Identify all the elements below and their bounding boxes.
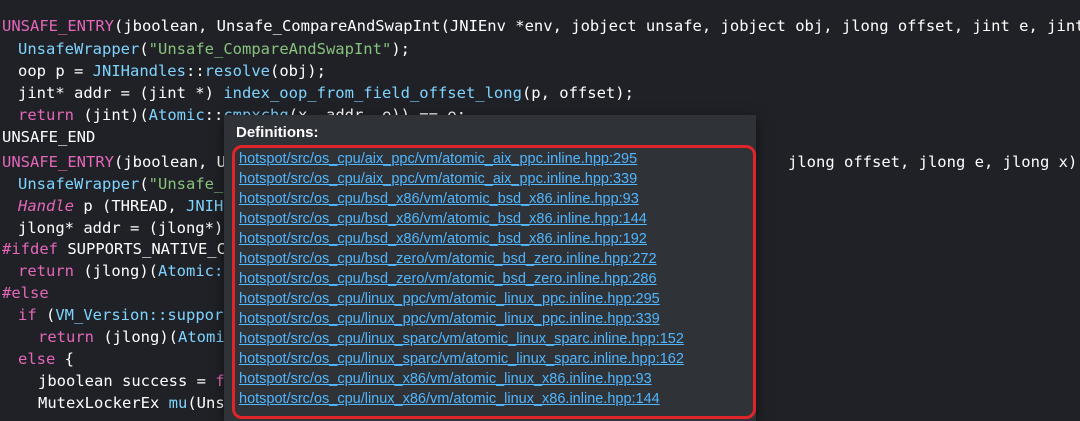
definition-link[interactable]: hotspot/src/os_cpu/bsd_x86/vm/atomic_bsd… — [239, 210, 647, 229]
code-line-16: else { — [18, 348, 74, 370]
code-line-14: if (VM_Version::supports — [18, 304, 242, 326]
code-line-10: jlong* addr = (jlong*)(i — [18, 217, 242, 239]
code-text: (jlong)( — [94, 328, 178, 346]
code-line-15: return (jlong)(Atomic: — [38, 326, 243, 348]
code-line-17: jboolean success = fal — [38, 370, 243, 392]
code-line-4: jint* addr = (jint *) index_oop_from_fie… — [18, 82, 634, 104]
definition-link[interactable]: hotspot/src/os_cpu/linux_ppc/vm/atomic_l… — [239, 310, 660, 329]
code-text: (jlong)( — [74, 262, 158, 280]
code-text: ( — [139, 40, 149, 58]
keyword-token: if — [18, 306, 37, 324]
definition-link[interactable]: hotspot/src/os_cpu/aix_ppc/vm/atomic_aix… — [239, 150, 637, 169]
definitions-list[interactable]: hotspot/src/os_cpu/aix_ppc/vm/atomic_aix… — [232, 145, 756, 419]
keyword-token: return — [18, 106, 74, 124]
code-line-3: oop p = JNIHandles::resolve(obj); — [18, 60, 326, 82]
definition-link[interactable]: hotspot/src/os_cpu/linux_ppc/vm/atomic_l… — [239, 290, 660, 309]
function-token: mu — [168, 394, 188, 412]
function-token: UnsafeWrapper — [18, 40, 140, 58]
code-text: (obj); — [269, 62, 326, 80]
function-token: VM_Version::supports — [55, 306, 242, 324]
function-token: resolve — [204, 62, 270, 80]
macro-token: UNSAFE_ENTRY — [2, 17, 114, 35]
code-text: SUPPORTS_NATIVE_CX8 — [58, 240, 245, 258]
code-line-7-tail: jlong offset, jlong e, jlong x)) — [788, 151, 1080, 173]
code-text: (jboolean, Unsafe_CompareAndSwapInt(JNIE… — [113, 17, 1080, 35]
code-line-8: UnsafeWrapper("Unsafe_Co — [18, 173, 242, 195]
definition-link[interactable]: hotspot/src/os_cpu/aix_ppc/vm/atomic_aix… — [239, 170, 637, 189]
definition-link[interactable]: hotspot/src/os_cpu/linux_sparc/vm/atomic… — [239, 330, 684, 349]
code-text: MutexLockerEx — [38, 394, 169, 412]
definition-link[interactable]: hotspot/src/os_cpu/bsd_zero/vm/atomic_bs… — [239, 270, 657, 289]
code-line-12: return (jlong)(Atomic::c — [18, 260, 242, 282]
type-token: Handle — [18, 197, 74, 215]
keyword-token: return — [38, 328, 94, 346]
code-text: ); — [391, 40, 410, 58]
code-text: jboolean success = — [38, 372, 216, 390]
definition-link[interactable]: hotspot/src/os_cpu/bsd_x86/vm/atomic_bsd… — [239, 190, 639, 209]
code-text: (jint)( — [74, 106, 149, 124]
code-line-9: Handle p (THREAD, JNIHan — [18, 195, 242, 217]
code-text: jlong offset, jlong e, jlong x)) — [788, 153, 1080, 171]
function-token: JNIHandles — [92, 62, 186, 80]
keyword-token: else — [18, 350, 56, 368]
code-text: oop p = — [18, 62, 93, 80]
code-line-18: MutexLockerEx mu(Unsaf — [38, 392, 243, 414]
code-line-13: #else — [2, 282, 49, 304]
code-line-6: UNSAFE_END — [2, 126, 95, 148]
definition-link[interactable]: hotspot/src/os_cpu/linux_x86/vm/atomic_l… — [239, 390, 660, 409]
macro-token: UNSAFE_ENTRY — [2, 153, 114, 171]
code-text: ( — [36, 306, 56, 324]
code-text: p (THREAD, — [74, 197, 186, 215]
definition-link[interactable]: hotspot/src/os_cpu/linux_x86/vm/atomic_l… — [239, 370, 652, 389]
code-line-2: UnsafeWrapper("Unsafe_CompareAndSwapInt"… — [18, 38, 410, 60]
macro-token: UNSAFE_END — [2, 128, 96, 146]
preprocessor-token: #ifdef — [2, 240, 58, 258]
function-token: Atomic — [148, 106, 205, 124]
code-text: (p, offset); — [521, 84, 634, 102]
code-line-11: #ifdef SUPPORTS_NATIVE_CX8 — [2, 238, 245, 260]
string-token: "Unsafe_CompareAndSwapInt" — [148, 40, 392, 58]
code-line-1: UNSAFE_ENTRY(jboolean, Unsafe_CompareAnd… — [2, 15, 1080, 37]
code-text: jint* addr = (jint *) — [18, 84, 224, 102]
popup-title: Definitions: — [236, 124, 319, 141]
function-token: UnsafeWrapper — [18, 175, 140, 193]
keyword-token: return — [18, 262, 74, 280]
preprocessor-token: #else — [2, 284, 49, 302]
code-text: :: — [185, 62, 205, 80]
code-text: { — [55, 350, 74, 368]
function-token: index_oop_from_field_offset_long — [223, 84, 522, 102]
code-text: ( — [139, 175, 149, 193]
code-text: :: — [204, 106, 224, 124]
definition-link[interactable]: hotspot/src/os_cpu/bsd_x86/vm/atomic_bsd… — [239, 230, 647, 249]
definition-link[interactable]: hotspot/src/os_cpu/bsd_zero/vm/atomic_bs… — [239, 250, 657, 269]
code-text: jlong* addr = (jlong*)(i — [18, 219, 242, 237]
definitions-popup[interactable]: Definitions: hotspot/src/os_cpu/aix_ppc/… — [224, 115, 756, 421]
definition-link[interactable]: hotspot/src/os_cpu/linux_sparc/vm/atomic… — [239, 350, 684, 369]
code-line-7: UNSAFE_ENTRY(jboolean, Uns — [2, 151, 245, 173]
